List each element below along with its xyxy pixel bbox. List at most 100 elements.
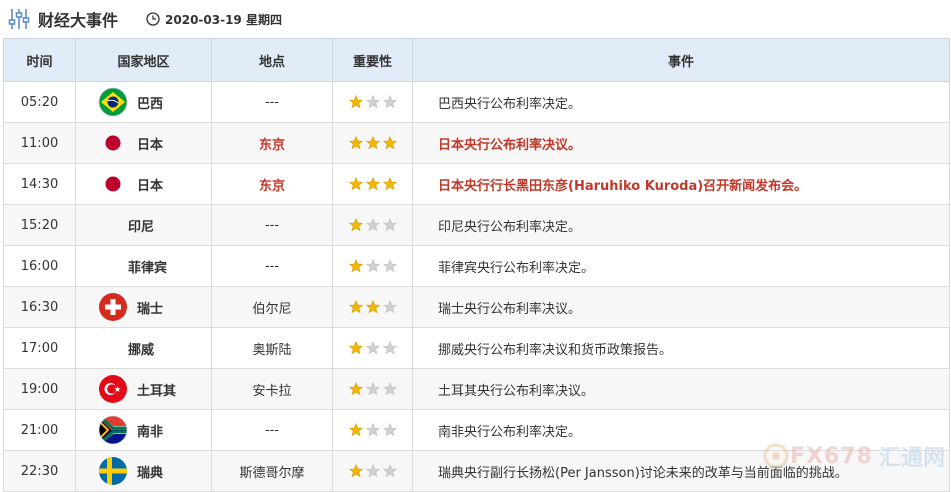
event-time: 19:00 [3, 368, 76, 410]
event-country: 瑞典 [75, 450, 212, 492]
watermark-text: FX678 [790, 443, 873, 469]
event-time: 17:00 [3, 327, 76, 369]
event-importance [332, 368, 413, 410]
events-table: 时间 国家地区 地点 重要性 事件 05:20 巴西 --- 巴西央行公布利率决定。 1… [3, 38, 950, 492]
event-description: 挪威央行公布利率决议和货币政策报告。 [412, 327, 950, 369]
table-row: 16:00 菲律宾 --- 菲律宾央行公布利率决定。 [3, 245, 950, 287]
event-time: 14:30 [3, 163, 76, 205]
star-empty-icon [382, 341, 397, 355]
event-time: 16:00 [3, 245, 76, 287]
event-location: --- [211, 81, 333, 123]
importance-stars [348, 341, 397, 355]
event-time: 16:30 [3, 286, 76, 328]
event-description: 土耳其央行公布利率决议。 [412, 368, 950, 410]
star-empty-icon [365, 259, 380, 273]
event-country: 巴西 [75, 81, 212, 123]
table-row: 19:00 土耳其 安卡拉 土耳其央行公布利率决议。 [3, 368, 950, 410]
table-row: 11:00 日本 东京 日本央行公布利率决议。 [3, 122, 950, 164]
table-row: 14:30 日本 东京 日本央行行长黑田东彦(Haruhiko Kuroda)召开新闻… [3, 163, 950, 205]
country-name: 瑞典 [137, 465, 164, 481]
country-name: 巴西 [137, 96, 164, 112]
star-empty-icon [365, 382, 380, 396]
event-country: 日本 [75, 163, 212, 205]
event-time: 05:20 [3, 81, 76, 123]
sliders-icon [8, 9, 30, 29]
star-empty-icon [382, 382, 397, 396]
table-row: 15:20 印尼 --- 印尼央行公布利率决定。 [3, 204, 950, 246]
country-name: 挪威 [128, 342, 155, 358]
event-description: 印尼央行公布利率决定。 [412, 204, 950, 246]
event-location: 东京 [211, 122, 333, 164]
star-filled-icon [348, 95, 363, 109]
event-importance [332, 122, 413, 164]
event-country: 南非 [75, 409, 212, 451]
importance-stars [348, 136, 397, 150]
event-location: 斯德哥尔摩 [211, 450, 333, 492]
star-filled-icon [365, 177, 380, 191]
star-filled-icon [365, 300, 380, 314]
table-row: 17:00 挪威 奥斯陆 挪威央行公布利率决议和货币政策报告。 [3, 327, 950, 369]
country-name: 日本 [137, 137, 164, 153]
event-time: 22:30 [3, 450, 76, 492]
star-empty-icon [382, 95, 397, 109]
star-empty-icon [365, 423, 380, 437]
watermark-logo-icon [763, 443, 789, 469]
table-row: 16:30 瑞士 伯尔尼 瑞士央行公布利率决议。 [3, 286, 950, 328]
event-importance [332, 81, 413, 123]
event-location: --- [211, 409, 333, 451]
watermark: FX678 汇通网 [762, 440, 945, 472]
star-filled-icon [348, 218, 363, 232]
event-time: 11:00 [3, 122, 76, 164]
event-importance [332, 245, 413, 287]
importance-stars [348, 218, 397, 232]
star-empty-icon [382, 259, 397, 273]
star-empty-icon [382, 423, 397, 437]
event-country: 印尼 [75, 204, 212, 246]
event-location: 奥斯陆 [211, 327, 333, 369]
flag-turkey-icon [99, 375, 127, 403]
importance-stars [348, 259, 397, 273]
event-description: 日本央行行长黑田东彦(Haruhiko Kuroda)召开新闻发布会。 [412, 163, 950, 205]
event-location: --- [211, 245, 333, 287]
event-location: 东京 [211, 163, 333, 205]
column-header-event: 事件 [412, 38, 950, 82]
event-importance [332, 163, 413, 205]
importance-stars [348, 464, 397, 478]
star-filled-icon [348, 259, 363, 273]
importance-stars [348, 382, 397, 396]
event-importance [332, 286, 413, 328]
country-name: 印尼 [128, 219, 155, 235]
flag-japan-icon [105, 135, 121, 151]
event-importance [332, 450, 413, 492]
event-location: 安卡拉 [211, 368, 333, 410]
star-filled-icon [348, 464, 363, 478]
flag-sweden-icon [99, 457, 127, 485]
country-name: 日本 [137, 178, 164, 194]
star-filled-icon [348, 300, 363, 314]
star-filled-icon [348, 341, 363, 355]
column-header-location: 地点 [211, 38, 333, 82]
clock-icon [146, 12, 160, 26]
table-row: 05:20 巴西 --- 巴西央行公布利率决定。 [3, 81, 950, 123]
event-description: 瑞士央行公布利率决议。 [412, 286, 950, 328]
star-empty-icon [365, 341, 380, 355]
page-title: 财经大事件 [38, 11, 119, 30]
page-header: 财经大事件 2020-03-19 星期四 [0, 0, 951, 38]
event-importance [332, 327, 413, 369]
star-filled-icon [365, 136, 380, 150]
star-filled-icon [348, 136, 363, 150]
event-description: 巴西央行公布利率决定。 [412, 81, 950, 123]
event-description: 日本央行公布利率决议。 [412, 122, 950, 164]
star-filled-icon [348, 382, 363, 396]
importance-stars [348, 423, 397, 437]
column-header-time: 时间 [3, 38, 76, 82]
event-country: 瑞士 [75, 286, 212, 328]
importance-stars [348, 177, 397, 191]
event-time: 15:20 [3, 204, 76, 246]
event-time: 21:00 [3, 409, 76, 451]
event-country: 挪威 [75, 327, 212, 369]
flag-switzerland-icon [99, 293, 127, 321]
star-empty-icon [382, 300, 397, 314]
star-filled-icon [348, 177, 363, 191]
event-country: 日本 [75, 122, 212, 164]
